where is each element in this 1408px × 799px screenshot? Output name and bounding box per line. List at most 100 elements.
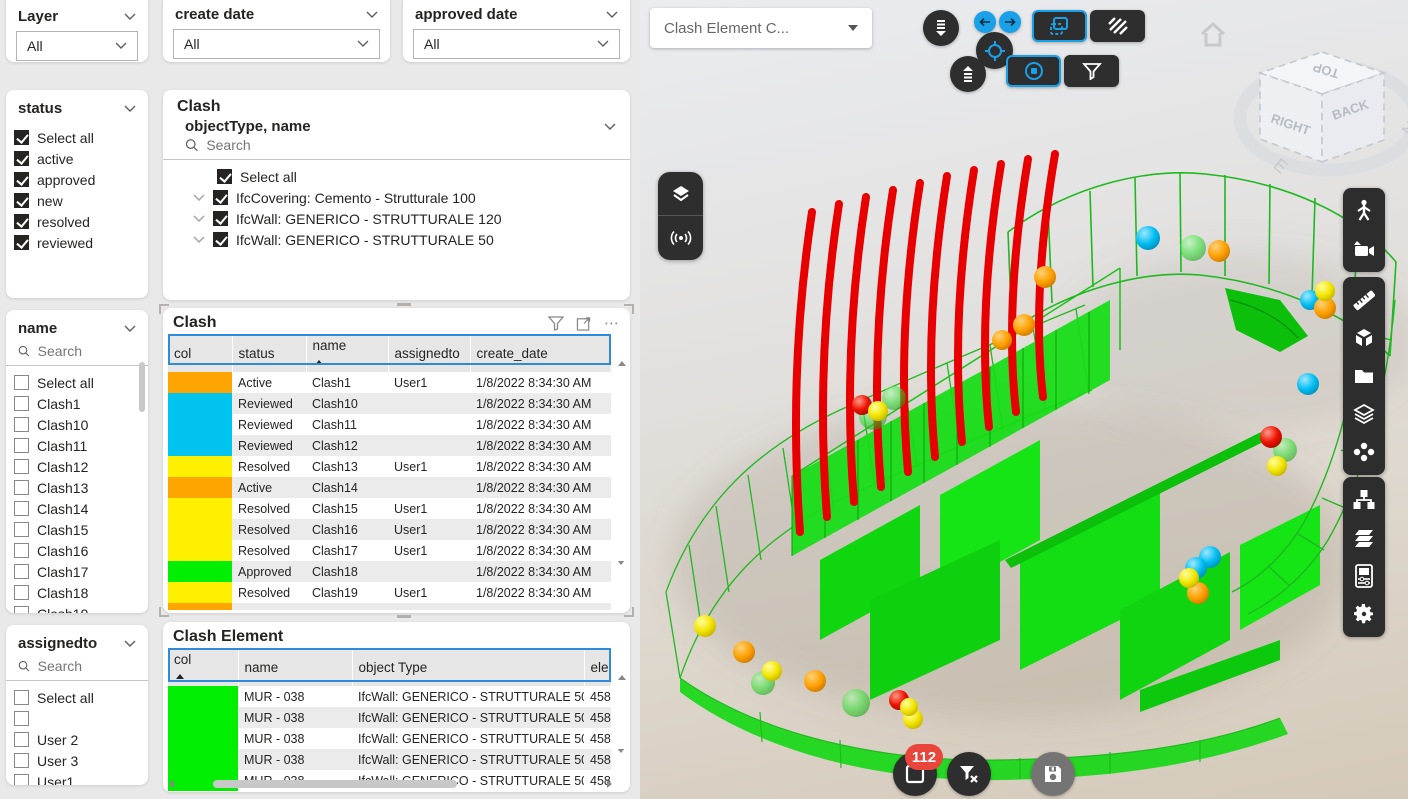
name-option[interactable]: Clash11 xyxy=(14,435,140,456)
table-row[interactable]: ResolvedClash13User11/8/2022 8:34:30 AM xyxy=(168,456,625,477)
expand-chevron-icon[interactable] xyxy=(193,213,205,225)
checkbox-unchecked[interactable] xyxy=(14,501,29,516)
checkbox-unchecked[interactable] xyxy=(14,753,29,768)
scroll-up-icon[interactable] xyxy=(618,660,626,680)
layer-dropdown[interactable]: All xyxy=(16,31,138,61)
filter-icon[interactable] xyxy=(548,316,564,331)
chevron-down-icon[interactable] xyxy=(606,11,618,19)
scroll-right-icon[interactable] xyxy=(607,780,612,788)
table-row[interactable]: ResolvedClash17User11/8/2022 8:34:30 AM xyxy=(168,540,625,561)
checkbox-checked[interactable] xyxy=(14,235,29,250)
selection-handle[interactable] xyxy=(397,615,411,618)
hatch-pattern-button[interactable] xyxy=(1090,10,1145,42)
more-options-icon[interactable]: ⋯ xyxy=(604,314,620,332)
collapse-down-button[interactable] xyxy=(923,10,959,46)
table-row[interactable]: ActiveClash141/8/2022 8:34:30 AM xyxy=(168,477,625,498)
home-icon[interactable] xyxy=(1202,24,1224,45)
status-option[interactable]: new xyxy=(14,190,140,211)
settings-button[interactable] xyxy=(1343,595,1385,633)
selection-handle[interactable] xyxy=(159,607,161,617)
checkbox-checked[interactable] xyxy=(213,211,228,226)
scroll-down-icon[interactable] xyxy=(617,561,625,579)
name-option[interactable]: Clash19 xyxy=(14,603,140,613)
name-option[interactable]: Clash15 xyxy=(14,519,140,540)
chevron-down-icon[interactable] xyxy=(124,325,136,333)
assignedto-option[interactable]: Select all xyxy=(14,687,140,708)
table-row-partial[interactable] xyxy=(168,603,625,610)
chevron-down-icon[interactable] xyxy=(124,640,136,648)
column-header[interactable]: create_date xyxy=(470,334,611,372)
scroll-left-icon[interactable] xyxy=(169,780,174,788)
files-button[interactable] xyxy=(1343,357,1385,395)
clash-tree-item[interactable]: IfcWall: GENERICO - STRUTTURALE 50 xyxy=(193,229,622,250)
checkbox-unchecked[interactable] xyxy=(14,543,29,558)
column-header[interactable]: ele xyxy=(584,648,611,686)
checkbox-unchecked[interactable] xyxy=(14,774,29,785)
checkbox-unchecked[interactable] xyxy=(14,690,29,705)
checkbox-unchecked[interactable] xyxy=(14,711,29,726)
checkbox-checked[interactable] xyxy=(14,151,29,166)
horizontal-scrollbar[interactable] xyxy=(169,779,612,789)
checkbox-unchecked[interactable] xyxy=(14,480,29,495)
column-header[interactable]: name xyxy=(306,334,388,372)
name-option[interactable]: Clash10 xyxy=(14,414,140,435)
name-option[interactable]: Clash16 xyxy=(14,540,140,561)
status-option[interactable]: approved xyxy=(14,169,140,190)
scrollbar-thumb[interactable] xyxy=(213,780,457,788)
checkbox-unchecked[interactable] xyxy=(14,732,29,747)
name-option[interactable]: Clash12 xyxy=(14,456,140,477)
table-row[interactable]: ReviewedClash101/8/2022 8:34:30 AM xyxy=(168,393,625,414)
table-row[interactable]: ReviewedClash121/8/2022 8:34:30 AM xyxy=(168,435,625,456)
checkbox-unchecked[interactable] xyxy=(14,438,29,453)
expand-chevron-icon[interactable] xyxy=(193,192,205,204)
viewer-3d[interactable]: E N TOP RIGHT BACK Clash Element C... xyxy=(640,0,1408,799)
table-row[interactable]: MUR - 038IfcWall: GENERICO - STRUTTURALE… xyxy=(168,707,625,728)
create-date-dropdown[interactable]: All xyxy=(173,29,380,59)
camera-button[interactable] xyxy=(1343,230,1385,268)
status-option[interactable]: resolved xyxy=(14,211,140,232)
name-option[interactable]: Clash13 xyxy=(14,477,140,498)
save-view-button[interactable] xyxy=(1031,752,1075,796)
selection-handle[interactable] xyxy=(397,303,411,306)
selection-handle[interactable] xyxy=(159,304,161,314)
name-option[interactable]: Select all xyxy=(14,372,140,393)
chevron-down-icon[interactable] xyxy=(366,11,378,19)
scroll-up-icon[interactable] xyxy=(618,346,626,366)
table-row[interactable]: ApprovedClash181/8/2022 8:34:30 AM xyxy=(168,561,625,582)
table-row[interactable]: ResolvedClash15User11/8/2022 8:34:30 AM xyxy=(168,498,625,519)
hierarchy-button[interactable] xyxy=(1343,481,1385,519)
checkbox-checked[interactable] xyxy=(213,190,228,205)
name-option[interactable]: Clash14 xyxy=(14,498,140,519)
record-circle-button[interactable] xyxy=(1006,55,1061,87)
table-row[interactable]: ReviewedClash111/8/2022 8:34:30 AM xyxy=(168,414,625,435)
copy-selection-button[interactable] xyxy=(1032,10,1087,42)
checkbox-checked[interactable] xyxy=(14,130,29,145)
cluster-button[interactable] xyxy=(1343,433,1385,471)
table-row[interactable]: ActiveClash1User11/8/2022 8:34:30 AM xyxy=(168,372,625,393)
status-option[interactable]: Select all xyxy=(14,127,140,148)
scroll-down-icon[interactable] xyxy=(617,749,625,767)
measure-button[interactable] xyxy=(1343,281,1385,319)
checkbox-unchecked[interactable] xyxy=(14,606,29,613)
table-row[interactable]: MUR - 038IfcWall: GENERICO - STRUTTURALE… xyxy=(168,686,625,707)
checkbox-unchecked[interactable] xyxy=(14,396,29,411)
column-header[interactable]: status xyxy=(232,334,306,372)
clash-tree-item[interactable]: IfcWall: GENERICO - STRUTTURALE 120 xyxy=(193,208,622,229)
checkbox-checked[interactable] xyxy=(14,193,29,208)
walk-button[interactable] xyxy=(1343,192,1385,230)
checkbox-unchecked[interactable] xyxy=(14,522,29,537)
table-row[interactable]: MUR - 038IfcWall: GENERICO - STRUTTURALE… xyxy=(168,728,625,749)
status-option[interactable]: reviewed xyxy=(14,232,140,253)
table-row[interactable]: MUR - 038IfcWall: GENERICO - STRUTTURALE… xyxy=(168,749,625,770)
column-header[interactable]: col xyxy=(168,334,232,372)
expand-chevron-icon[interactable] xyxy=(193,234,205,246)
checkbox-unchecked[interactable] xyxy=(14,564,29,579)
assignedto-search-input[interactable] xyxy=(38,658,136,674)
name-option[interactable]: Clash17 xyxy=(14,561,140,582)
name-option[interactable]: Clash18 xyxy=(14,582,140,603)
next-arrow-button[interactable] xyxy=(999,11,1021,33)
viewer-filter-button[interactable] xyxy=(1064,55,1119,87)
clash-tree-item[interactable]: Select all xyxy=(193,166,622,187)
column-header[interactable]: object Type xyxy=(352,648,584,686)
table-row[interactable]: ResolvedClash19User11/8/2022 8:34:30 AM xyxy=(168,582,625,603)
